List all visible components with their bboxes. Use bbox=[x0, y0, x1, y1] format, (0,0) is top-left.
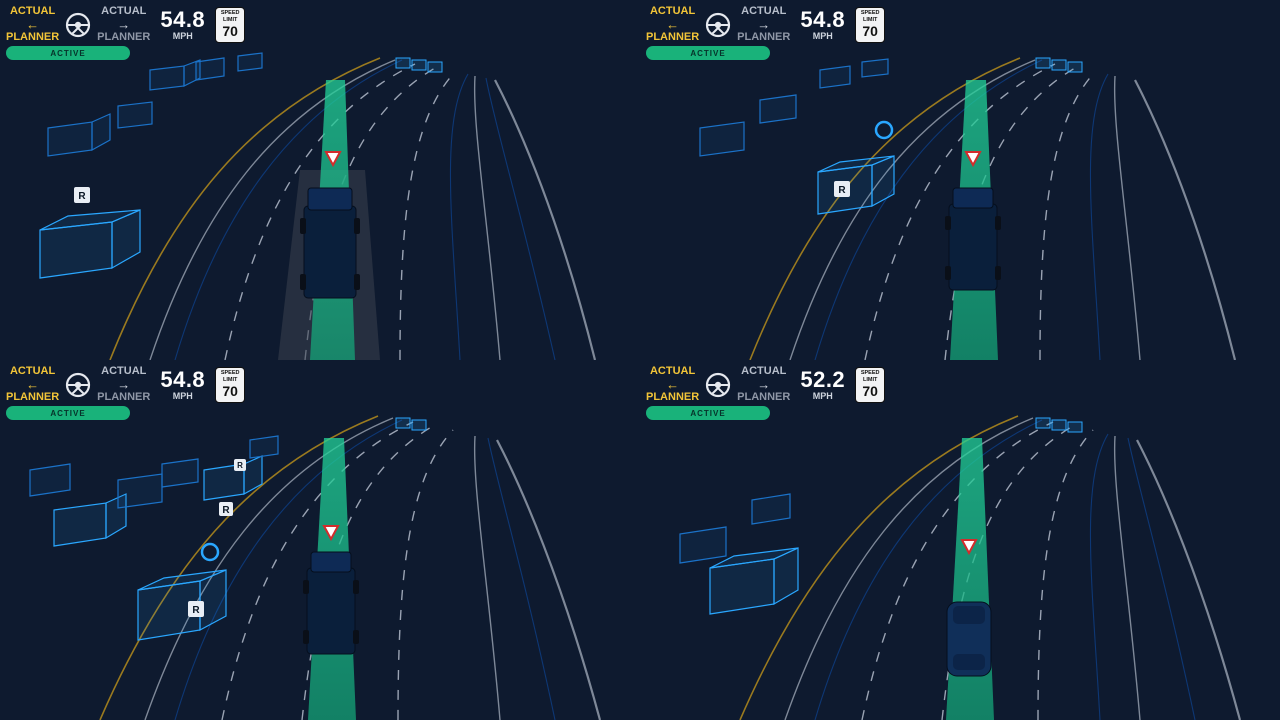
quad-grid: ACTUAL ← PLANNER ACTUAL → PLANNER 54.8 M… bbox=[0, 0, 1280, 720]
speed-readout: 54.8 MPH bbox=[160, 9, 205, 41]
actual-planner-right: ACTUAL → PLANNER bbox=[97, 6, 150, 43]
distant-cluster bbox=[396, 58, 442, 72]
panel-tl: ACTUAL ← PLANNER ACTUAL → PLANNER 54.8 M… bbox=[0, 0, 640, 360]
ego-vehicle-truck bbox=[303, 552, 359, 654]
r-chip: R bbox=[219, 502, 233, 516]
speed-limit-sign: SPEED LIMIT 70 bbox=[855, 7, 885, 43]
speed-limit-sign: SPEEDLIMIT70 bbox=[215, 367, 245, 403]
ring-marker bbox=[876, 122, 892, 138]
detected-object bbox=[820, 66, 850, 88]
arrow-right-icon: → bbox=[757, 378, 770, 391]
detected-object bbox=[30, 464, 70, 496]
label-planner: PLANNER bbox=[97, 32, 150, 43]
panel-bl: ACTUAL←PLANNER ACTUAL→PLANNER 54.8MPH SP… bbox=[0, 360, 640, 720]
detected-object bbox=[48, 114, 110, 156]
arrow-right-icon: → bbox=[117, 378, 130, 391]
speed-limit-sign: SPEEDLIMIT70 bbox=[855, 367, 885, 403]
detected-object bbox=[250, 436, 278, 458]
ego-vehicle-van bbox=[947, 602, 991, 676]
ring-marker bbox=[202, 544, 218, 560]
distant-cluster bbox=[1036, 58, 1082, 72]
detected-object bbox=[710, 548, 798, 614]
detected-object bbox=[760, 95, 796, 123]
arrow-left-icon: ← bbox=[666, 18, 679, 31]
r-chip: R bbox=[188, 601, 204, 617]
detected-object bbox=[862, 59, 888, 77]
speed-value: 54.8 bbox=[160, 9, 205, 31]
steering-wheel-icon bbox=[705, 372, 731, 398]
hud: ACTUAL←PLANNER ACTUAL→PLANNER 54.8MPH SP… bbox=[6, 366, 245, 420]
svg-text:R: R bbox=[192, 605, 200, 616]
label-actual: ACTUAL bbox=[10, 6, 55, 17]
ego-vehicle-truck bbox=[300, 188, 360, 298]
arrow-left-icon: ← bbox=[26, 378, 39, 391]
distant-cluster bbox=[1036, 418, 1082, 432]
detected-object bbox=[680, 527, 726, 563]
status-badge: ACTIVE bbox=[646, 406, 770, 420]
arrow-right-icon: → bbox=[117, 18, 130, 31]
panel-tr: ACTUAL ← PLANNER ACTUAL → PLANNER 54.8 M… bbox=[640, 0, 1280, 360]
svg-text:R: R bbox=[78, 191, 86, 202]
hud: ACTUAL ← PLANNER ACTUAL → PLANNER 54.8 M… bbox=[646, 6, 885, 60]
speed-readout: 54.8 MPH bbox=[800, 9, 845, 41]
status-text: ACTIVE bbox=[50, 49, 85, 58]
steering-wheel-icon bbox=[65, 372, 91, 398]
arrow-right-icon: → bbox=[757, 18, 770, 31]
steering-wheel-icon bbox=[705, 12, 731, 38]
actual-planner-left: ACTUAL ← PLANNER bbox=[646, 6, 699, 43]
arrow-left-icon: ← bbox=[26, 18, 39, 31]
detected-object bbox=[138, 570, 226, 640]
speed-unit: MPH bbox=[173, 32, 193, 41]
speed-limit-sign: SPEED LIMIT 70 bbox=[215, 7, 245, 43]
status-badge: ACTIVE bbox=[6, 46, 130, 60]
status-badge: ACTIVE bbox=[646, 46, 770, 60]
limit-label-1: SPEED bbox=[221, 11, 240, 17]
detected-object bbox=[162, 459, 198, 487]
detected-object bbox=[54, 494, 126, 546]
hud: ACTUAL←PLANNER ACTUAL→PLANNER 52.2MPH SP… bbox=[646, 366, 885, 420]
detected-object bbox=[700, 122, 744, 156]
panel-br: ACTUAL←PLANNER ACTUAL→PLANNER 52.2MPH SP… bbox=[640, 360, 1280, 720]
svg-text:R: R bbox=[838, 185, 846, 196]
r-chip: R bbox=[234, 459, 246, 471]
label-actual: ACTUAL bbox=[101, 6, 146, 17]
actual-planner-right: ACTUAL → PLANNER bbox=[737, 6, 790, 43]
detected-object bbox=[40, 210, 140, 278]
detected-object bbox=[752, 494, 790, 524]
r-chip: R bbox=[834, 181, 850, 197]
ego-vehicle-truck bbox=[945, 188, 1001, 290]
steering-wheel-icon bbox=[65, 12, 91, 38]
actual-planner-left: ACTUAL ← PLANNER bbox=[6, 6, 59, 43]
svg-text:R: R bbox=[237, 461, 243, 470]
arrow-left-icon: ← bbox=[666, 378, 679, 391]
svg-text:R: R bbox=[222, 505, 230, 516]
detected-object bbox=[118, 102, 152, 128]
planned-path bbox=[946, 438, 994, 720]
detected-object bbox=[118, 474, 162, 508]
label-planner: PLANNER bbox=[6, 32, 59, 43]
r-chip: R bbox=[74, 187, 90, 203]
detected-object bbox=[196, 58, 224, 80]
distant-cluster bbox=[396, 418, 426, 430]
hud: ACTUAL ← PLANNER ACTUAL → PLANNER 54.8 M… bbox=[6, 6, 245, 60]
detected-object bbox=[150, 60, 200, 90]
limit-value: 70 bbox=[222, 24, 238, 38]
status-badge: ACTIVE bbox=[6, 406, 130, 420]
